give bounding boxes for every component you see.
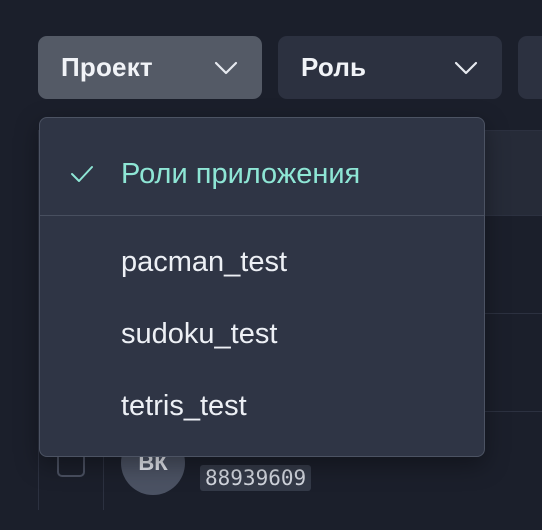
user-id: 88939609 [200,465,312,491]
dropdown-option-label: tetris_test [121,389,247,422]
dropdown-option-tetris-test[interactable]: tetris_test [40,370,484,442]
project-filter-dropdown[interactable]: Проект [38,36,262,99]
dropdown-option-sudoku-test[interactable]: sudoku_test [40,298,484,370]
additional-filter-dropdown[interactable] [518,36,542,99]
dropdown-divider [40,215,484,216]
dropdown-option-pacman-test[interactable]: pacman_test [40,226,484,298]
role-filter-label: Роль [301,52,367,82]
dropdown-option-label: sudoku_test [121,317,278,350]
check-icon [71,166,93,182]
dropdown-option-label: Роли приложения [121,157,361,190]
project-filter-label: Проект [61,52,153,82]
dropdown-option-app-roles[interactable]: Роли приложения [40,138,484,210]
chevron-down-icon [454,61,478,74]
role-filter-dropdown[interactable]: Роль [278,36,502,99]
project-dropdown-menu: Роли приложения pacman_test sudoku_test … [39,117,485,457]
dropdown-option-label: pacman_test [121,245,288,278]
page: Проект Роль ВК 88939609 Роли приложения [0,0,542,530]
chevron-down-icon [214,61,238,74]
